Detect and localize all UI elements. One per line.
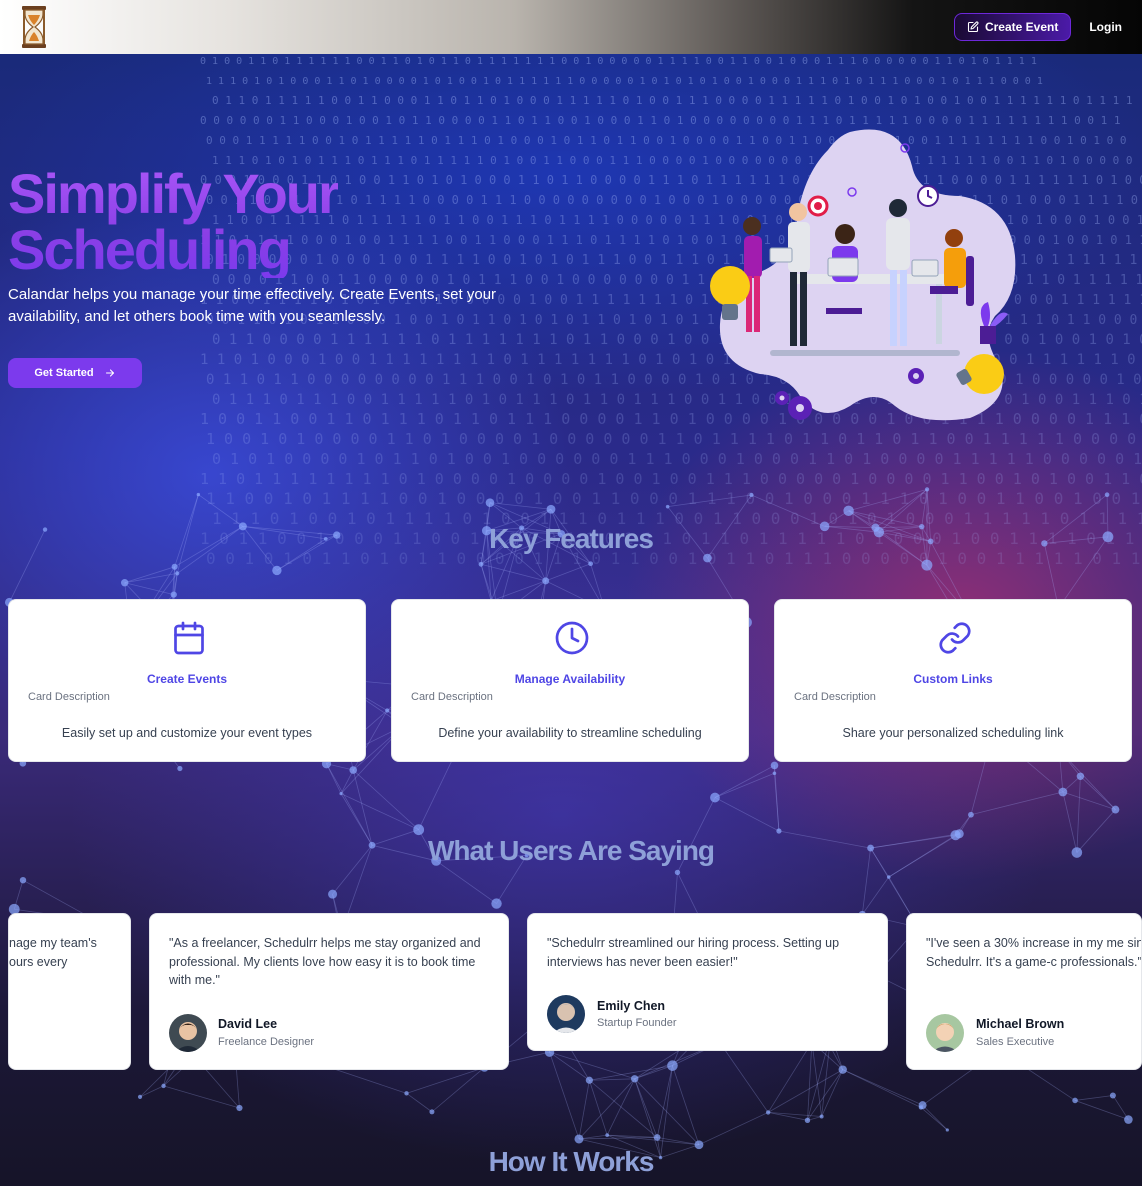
testimonial-name: Emily Chen (597, 999, 666, 1013)
edit-icon (967, 21, 979, 33)
calendar-icon (174, 621, 204, 655)
get-started-button[interactable]: Get Started (8, 358, 142, 388)
hero-subtitle: Calandar helps you manage your time effe… (8, 286, 497, 325)
key-features-title: Key Features (489, 523, 654, 554)
svg-text:0 1 0 0 1 1 0 1 1 1 1 1 1 0 0: 0 1 0 0 1 1 0 1 1 1 1 1 1 0 0 1 1 0 1 0 … (200, 56, 1037, 67)
clock-icon (555, 621, 589, 655)
feature-description: Define your availability to streamline s… (438, 726, 702, 740)
feature-card-create-events: Create Events Card Description Easily se… (8, 599, 366, 762)
feature-description: Share your personalized scheduling link (842, 726, 1064, 740)
login-button[interactable]: Login (1089, 20, 1122, 34)
feature-card-custom-links: Custom Links Card Description Share your… (774, 599, 1132, 762)
testimonial-role: Sales Executive (976, 1036, 1055, 1048)
feature-title: Manage Availability (514, 672, 626, 686)
avatar (169, 1014, 207, 1052)
hero-title: Simplify Your Scheduling (8, 166, 338, 278)
testimonial-quote: nage my team's ours every (9, 936, 97, 969)
feature-description: Easily set up and customize your event t… (61, 726, 313, 740)
testimonial-name: Michael Brown (976, 1017, 1065, 1031)
avatar (547, 995, 585, 1033)
testimonial-card-emily-chen: "Schedulrr streamlined our hiring proces… (527, 913, 888, 1051)
testimonials-title: What Users Are Saying (427, 835, 715, 866)
svg-text:1 1 1 0 1 0 1 0 0 0 1 1 0 1 0: 1 1 1 0 1 0 1 0 0 0 1 1 0 1 0 0 0 0 1 0 … (206, 76, 1043, 87)
testimonial-quote: "As a freelancer, Schedulrr helps me sta… (169, 936, 481, 987)
link-icon (939, 622, 971, 654)
testimonial-quote: "Schedulrr streamlined our hiring proces… (547, 936, 840, 969)
top-navbar: Create Event Login (0, 0, 1142, 54)
feature-card-label: Card Description (28, 691, 110, 703)
testimonial-card-david-lee: "As a freelancer, Schedulrr helps me sta… (149, 913, 509, 1070)
feature-card-manage-availability: Manage Availability Card Description Def… (391, 599, 749, 762)
testimonial-role: Startup Founder (597, 1017, 677, 1029)
svg-text:1 1 0 1 1 1 1 1 1 1 1 0 1 0 0: 1 1 0 1 1 1 1 1 1 1 1 0 1 0 0 0 0 1 0 0 … (200, 470, 1142, 488)
hourglass-logo-icon[interactable] (20, 5, 48, 49)
hero-title-line1: Simplify Your (8, 162, 338, 225)
testimonial-quote: "I've seen a 30% increase in my me since… (926, 936, 1142, 969)
team-meeting-illustration (710, 129, 1016, 421)
testimonial-name: David Lee (218, 1017, 278, 1031)
testimonial-card-partial-left: nage my team's ours every (8, 913, 131, 1070)
feature-title: Custom Links (913, 672, 993, 686)
feature-card-label: Card Description (794, 691, 876, 703)
hero-title-line2: Scheduling (8, 218, 290, 281)
get-started-label: Get Started (34, 367, 94, 379)
how-it-works-title: How It Works (488, 1146, 655, 1177)
svg-text:0 1 0 1 0 0 0 0 1 0 1 1 0 1 0: 0 1 0 1 0 0 0 0 1 0 1 1 0 1 0 0 1 0 0 0 … (212, 450, 1142, 468)
avatar (926, 1014, 964, 1052)
svg-text:0 1 1 0 1 1 1 1 1 0 0 1 1 0 0: 0 1 1 0 1 1 1 1 1 0 0 1 1 0 0 0 1 1 0 1 … (212, 94, 1133, 107)
testimonial-card-michael-brown: "I've seen a 30% increase in my me since… (906, 913, 1142, 1070)
feature-title: Create Events (146, 672, 228, 686)
arrow-right-icon (105, 369, 114, 377)
svg-text:1 0 0 1 0 1 0 0 0 0 1 1 0 1 0: 1 0 0 1 0 1 0 0 0 0 1 1 0 1 0 0 0 0 1 0 … (206, 430, 1142, 448)
create-event-label: Create Event (984, 20, 1059, 34)
feature-card-label: Card Description (411, 691, 493, 703)
svg-text:1 1 0 0 1 0 1 1 1 1 0 0 1 0 0: 1 1 0 0 1 0 1 1 1 1 0 0 1 0 0 0 0 1 0 0 … (206, 489, 1142, 508)
create-event-button[interactable]: Create Event (953, 13, 1072, 41)
testimonial-role: Freelance Designer (218, 1036, 314, 1048)
